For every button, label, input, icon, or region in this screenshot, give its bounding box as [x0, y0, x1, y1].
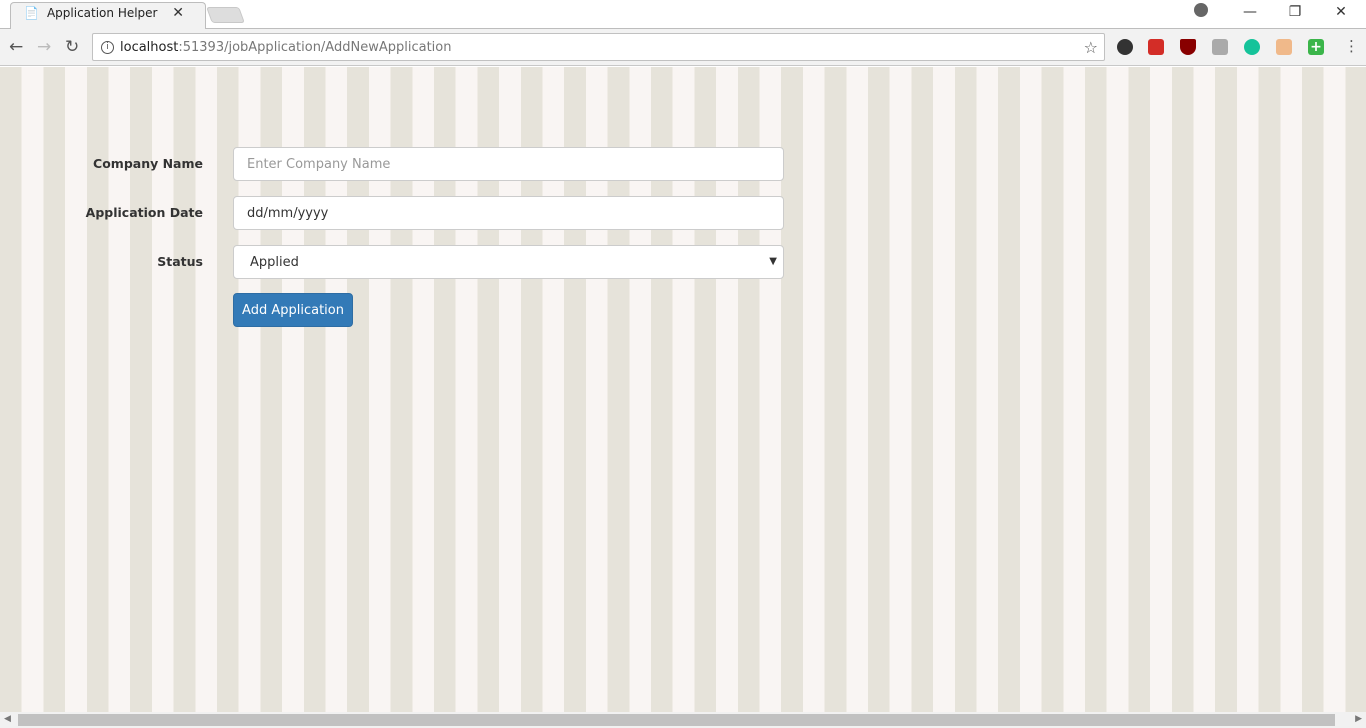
- info-icon[interactable]: i: [101, 40, 114, 54]
- menu-icon[interactable]: ⋮: [1344, 37, 1359, 55]
- page-icon: 📄: [24, 6, 39, 20]
- forward-icon[interactable]: →: [37, 37, 51, 57]
- grammarly-icon[interactable]: [1244, 39, 1260, 55]
- company-row: Company Name Enter Company Name: [0, 147, 800, 181]
- url-host: localhost: [120, 39, 179, 55]
- status-label: Status: [157, 254, 203, 269]
- back-icon[interactable]: ←: [9, 37, 23, 57]
- scrollbar-thumb[interactable]: [18, 714, 1335, 726]
- page-content: Company Name Enter Company Name Applicat…: [0, 67, 1366, 712]
- restore-icon[interactable]: ❐: [1280, 4, 1310, 20]
- date-value: dd/mm/yyyy: [247, 205, 329, 221]
- chevron-down-icon: ▼: [769, 256, 777, 267]
- tab-title: Application Helper: [46, 6, 158, 20]
- date-row: Application Date dd/mm/yyyy: [0, 196, 800, 230]
- browser-toolbar: ← → ↻ i localhost:51393/jobApplication/A…: [0, 29, 1366, 66]
- extension-gray-icon[interactable]: [1212, 39, 1228, 55]
- date-label: Application Date: [85, 205, 203, 220]
- title-bar: 📄 Application Helper ✕ — ❐ ✕: [0, 0, 1366, 30]
- face-extension-icon[interactable]: [1276, 39, 1292, 55]
- close-tab-icon[interactable]: ✕: [172, 5, 184, 21]
- bookmark-star-icon[interactable]: ☆: [1084, 38, 1098, 57]
- evernote-icon[interactable]: [1117, 39, 1133, 55]
- application-date-input[interactable]: dd/mm/yyyy: [233, 196, 784, 230]
- lastpass-icon[interactable]: [1148, 39, 1164, 55]
- close-window-icon[interactable]: ✕: [1326, 4, 1356, 20]
- reload-icon[interactable]: ↻: [65, 37, 79, 57]
- status-select[interactable]: Applied ▼: [233, 245, 784, 279]
- tab-content: 📄 Application Helper ✕: [24, 5, 196, 21]
- add-application-button[interactable]: Add Application: [233, 293, 353, 327]
- company-label: Company Name: [93, 156, 203, 171]
- minimize-icon[interactable]: —: [1235, 4, 1265, 20]
- plus-extension-icon[interactable]: +: [1308, 39, 1324, 55]
- scroll-left-icon[interactable]: ◀: [4, 714, 11, 724]
- new-tab-button[interactable]: [206, 7, 245, 23]
- scroll-right-icon[interactable]: ▶: [1355, 714, 1362, 724]
- address-bar[interactable]: i localhost:51393/jobApplication/AddNewA…: [92, 33, 1105, 61]
- company-name-input[interactable]: Enter Company Name: [233, 147, 784, 181]
- status-value: Applied: [250, 254, 299, 270]
- horizontal-scrollbar[interactable]: ◀ ▶: [0, 712, 1366, 728]
- profile-icon[interactable]: [1186, 3, 1216, 21]
- company-placeholder: Enter Company Name: [247, 156, 391, 172]
- url-path: :51393/jobApplication/AddNewApplication: [178, 39, 452, 55]
- status-row: Status Applied ▼: [0, 245, 800, 279]
- ublock-icon[interactable]: [1180, 39, 1196, 55]
